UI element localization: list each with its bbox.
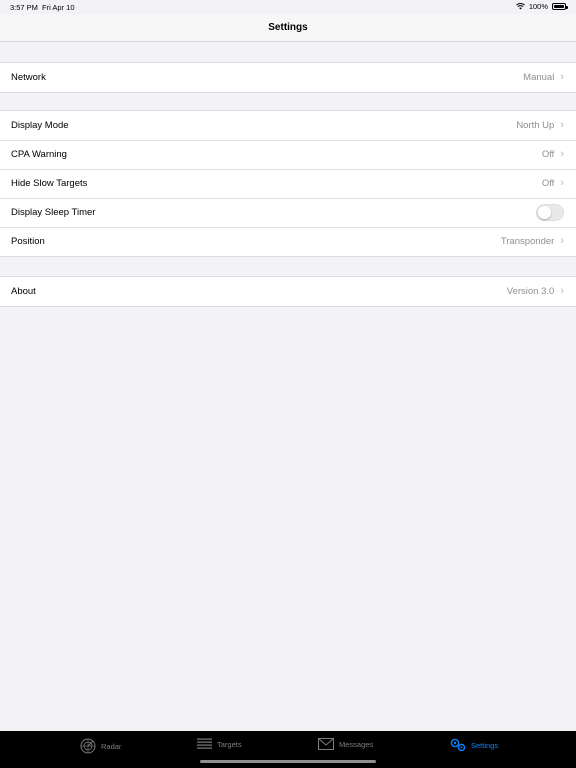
network-group: Network Manual ›	[0, 62, 576, 93]
display-sleep-timer-toggle[interactable]	[536, 204, 564, 221]
chevron-right-icon: ›	[560, 235, 564, 247]
toggle-knob	[538, 206, 551, 219]
about-group: About Version 3.0 ›	[0, 276, 576, 307]
tab-radar-label: Radar	[101, 741, 122, 751]
radar-icon	[80, 738, 96, 754]
display-sleep-timer-row: Display Sleep Timer	[0, 198, 576, 227]
tab-targets-label: Targets	[217, 739, 242, 749]
network-value: Manual	[523, 72, 555, 83]
display-mode-value: North Up	[516, 120, 555, 131]
chevron-right-icon: ›	[560, 148, 564, 160]
network-row[interactable]: Network Manual ›	[0, 63, 576, 92]
cpa-warning-label: CPA Warning	[11, 149, 67, 160]
position-row[interactable]: Position Transponder ›	[0, 227, 576, 256]
about-row[interactable]: About Version 3.0 ›	[0, 277, 576, 306]
cpa-warning-row[interactable]: CPA Warning Off ›	[0, 140, 576, 169]
page-title: Settings	[268, 22, 308, 33]
display-mode-row[interactable]: Display Mode North Up ›	[0, 111, 576, 140]
display-sleep-timer-label: Display Sleep Timer	[11, 207, 96, 218]
position-value: Transponder	[500, 236, 555, 247]
about-value: Version 3.0	[506, 286, 555, 297]
tab-targets[interactable]: Targets	[197, 738, 242, 750]
status-time: 3:57 PM	[10, 3, 38, 12]
navigation-bar: Settings	[0, 14, 576, 42]
gears-icon	[450, 738, 466, 752]
tab-settings[interactable]: Settings	[450, 738, 498, 752]
chevron-right-icon: ›	[560, 177, 564, 189]
status-right: 100%	[515, 2, 568, 11]
display-mode-label: Display Mode	[11, 120, 69, 131]
list-icon	[197, 738, 212, 749]
hide-slow-targets-row[interactable]: Hide Slow Targets Off ›	[0, 169, 576, 198]
battery-percent: 100%	[528, 2, 548, 11]
chevron-right-icon: ›	[560, 71, 564, 83]
tab-settings-label: Settings	[471, 740, 499, 750]
home-indicator[interactable]	[200, 760, 376, 763]
display-group: Display Mode North Up › CPA Warning Off …	[0, 110, 576, 257]
battery-icon	[552, 3, 568, 10]
hide-slow-targets-label: Hide Slow Targets	[11, 178, 88, 189]
tab-messages-label: Messages	[339, 739, 374, 749]
wifi-icon	[515, 3, 525, 10]
hide-slow-targets-value: Off	[541, 178, 555, 189]
envelope-icon	[318, 738, 334, 750]
position-label: Position	[11, 236, 45, 247]
tab-radar[interactable]: Radar	[80, 738, 121, 754]
tab-messages[interactable]: Messages	[318, 738, 373, 750]
network-label: Network	[11, 72, 46, 83]
status-bar: 3:57 PM Fri Apr 10 100%	[0, 0, 576, 14]
about-label: About	[11, 286, 36, 297]
cpa-warning-value: Off	[541, 149, 555, 160]
status-date: Fri Apr 10	[42, 3, 75, 12]
chevron-right-icon: ›	[560, 285, 564, 297]
chevron-right-icon: ›	[560, 119, 564, 131]
